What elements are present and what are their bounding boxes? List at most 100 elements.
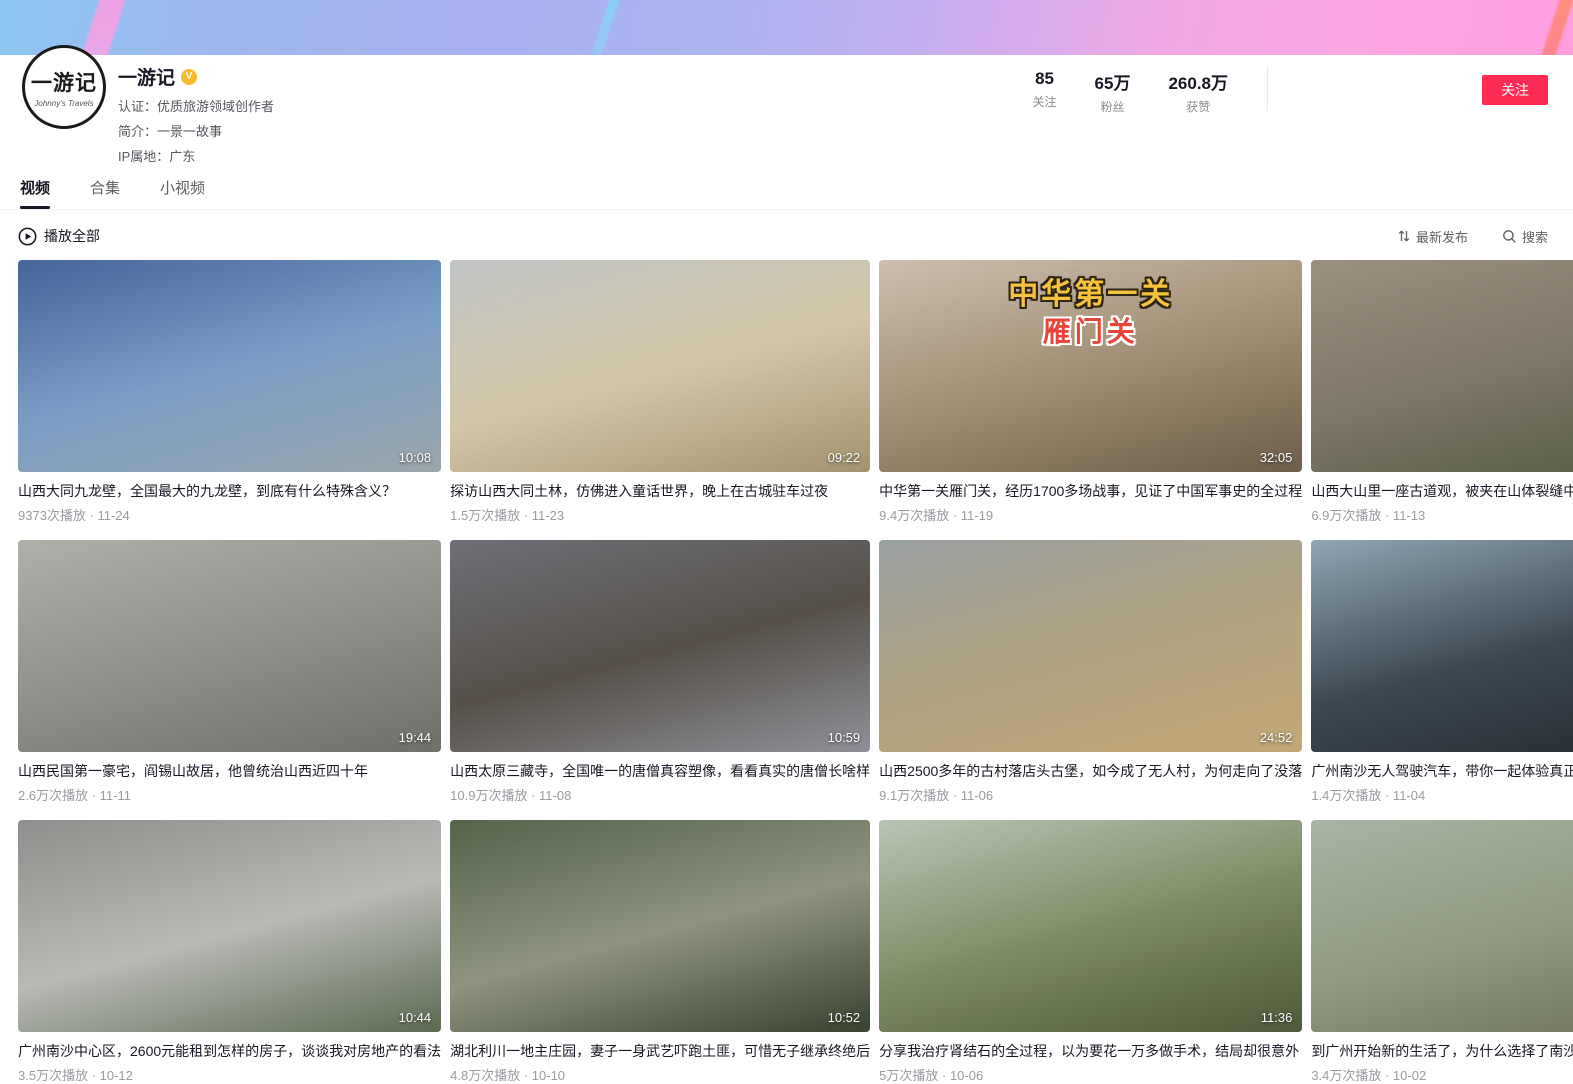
video-card[interactable]: 中华第一关 雁门关 32:05 中华第一关雁门关，经历1700多场战事，见证了中… [879,260,1302,524]
video-card[interactable]: 11:58 广州南沙无人驾驶汽车，带你一起体验真正的科技与狠活 1.4万次播放 … [1311,540,1573,804]
video-duration: 10:52 [828,1010,861,1025]
video-duration: 10:59 [828,730,861,745]
video-meta: 4.8万次播放 · 10-10 [450,1065,870,1084]
video-meta: 9.1万次播放 · 11-06 [879,785,1302,804]
video-title[interactable]: 广州南沙中心区，2600元能租到怎样的房子，谈谈我对房地产的看法 [18,1041,441,1061]
sort-control[interactable]: 最新发布 [1397,227,1468,246]
video-title[interactable]: 山西大山里一座古道观，被夹在山体裂缝中，上去顶层全靠一条铁链 [1311,481,1573,501]
video-meta: 1.5万次播放 · 11-23 [450,505,870,524]
video-duration: 10:08 [399,450,432,465]
username: 一游记 [118,63,175,90]
stat-label: 关注 [1033,93,1057,110]
avatar[interactable]: 一游记 Johnny's Travels [22,45,106,129]
play-all-label: 播放全部 [44,226,100,246]
stat-获赞[interactable]: 260.8万获赞 [1168,69,1228,115]
video-duration: 11:36 [1261,1010,1293,1025]
tab-合集[interactable]: 合集 [88,169,122,209]
video-card[interactable]: 14:29 山西大山里一座古道观，被夹在山体裂缝中，上去顶层全靠一条铁链 6.9… [1311,260,1573,524]
video-title[interactable]: 湖北利川一地主庄园，妻子一身武艺吓跑土匪，可惜无子继承终绝后 [450,1041,870,1061]
profile-banner [0,0,1573,55]
stat-value: 65万 [1095,69,1131,94]
video-title[interactable]: 山西太原三藏寺，全国唯一的唐僧真容塑像，看看真实的唐僧长啥样 [450,761,870,781]
video-thumbnail[interactable]: 14:29 [1311,260,1573,472]
video-duration: 09:22 [828,450,861,465]
intro-line: 简介：一景一故事 [118,121,274,140]
video-title[interactable]: 探访山西大同土林，仿佛进入童话世界，晚上在古城驻车过夜 [450,481,870,501]
video-card[interactable]: 14:07 到广州开始新的生活了，为什么选择了南沙？但愿能在这里安定下来 3.4… [1311,820,1573,1084]
search-control[interactable]: 搜索 [1502,227,1548,246]
video-duration: 10:44 [399,1010,432,1025]
video-card[interactable]: 19:44 山西民国第一豪宅，阎锡山故居，他曾统治山西近四十年 2.6万次播放 … [18,540,441,804]
video-thumbnail[interactable]: 10:08 [18,260,441,472]
video-card[interactable]: 10:08 山西大同九龙壁，全国最大的九龙壁，到底有什么特殊含义？ 9373次播… [18,260,441,524]
video-thumbnail[interactable]: 19:44 [18,540,441,752]
video-meta: 9.4万次播放 · 11-19 [879,505,1302,524]
ip-location-line: IP属地：广东 [118,146,274,165]
video-meta: 3.4万次播放 · 10-02 [1311,1065,1573,1084]
video-thumbnail[interactable]: 10:59 [450,540,870,752]
video-toolbar: 播放全部 最新发布 搜索 [0,226,1573,246]
video-card[interactable]: 09:22 探访山西大同土林，仿佛进入童话世界，晚上在古城驻车过夜 1.5万次播… [450,260,870,524]
video-meta: 6.9万次播放 · 11-13 [1311,505,1573,524]
overlay-line-1: 中华第一关 [879,276,1302,314]
search-label: 搜索 [1522,227,1548,246]
video-thumbnail[interactable]: 24:52 [879,540,1302,752]
video-meta: 3.5万次播放 · 10-12 [18,1065,441,1084]
video-title[interactable]: 中华第一关雁门关，经历1700多场战事，见证了中国军事史的全过程 [879,481,1302,501]
verified-badge-icon: V [181,69,197,85]
sort-arrows-icon [1397,229,1411,243]
video-title[interactable]: 到广州开始新的生活了，为什么选择了南沙？但愿能在这里安定下来 [1311,1041,1573,1061]
tab-bar: 视频合集小视频 [0,169,1573,210]
video-card[interactable]: 11:36 分享我治疗肾结石的全过程，以为要花一万多做手术，结局却很意外 5万次… [879,820,1302,1084]
search-icon [1502,229,1517,244]
video-title[interactable]: 广州南沙无人驾驶汽车，带你一起体验真正的科技与狠活 [1311,761,1573,781]
sort-label: 最新发布 [1416,227,1468,246]
video-thumbnail[interactable]: 11:58 [1311,540,1573,752]
stat-粉丝[interactable]: 65万粉丝 [1095,69,1131,115]
video-meta: 5万次播放 · 10-06 [879,1065,1302,1084]
video-card[interactable]: 10:52 湖北利川一地主庄园，妻子一身武艺吓跑土匪，可惜无子继承终绝后 4.8… [450,820,870,1084]
play-all-button[interactable]: 播放全部 [18,226,100,246]
video-card[interactable]: 10:44 广州南沙中心区，2600元能租到怎样的房子，谈谈我对房地产的看法 3… [18,820,441,1084]
certification-line: 认证：优质旅游领域创作者 [118,96,274,115]
video-meta: 2.6万次播放 · 11-11 [18,785,441,804]
video-duration: 32:05 [1260,450,1293,465]
video-title[interactable]: 山西2500多年的古村落店头古堡，如今成了无人村，为何走向了没落 [879,761,1302,781]
video-meta: 1.4万次播放 · 11-04 [1311,785,1573,804]
video-thumbnail[interactable]: 10:44 [18,820,441,1032]
banner-ribbon [70,0,132,55]
video-meta: 9373次播放 · 11-24 [18,505,441,524]
video-duration: 24:52 [1260,730,1293,745]
tab-视频[interactable]: 视频 [18,169,52,209]
video-thumbnail[interactable]: 11:36 [879,820,1302,1032]
play-circle-icon [18,227,37,246]
video-grid: 10:08 山西大同九龙壁，全国最大的九龙壁，到底有什么特殊含义？ 9373次播… [0,260,1573,1084]
profile-stats: 85 关注 65万粉丝 260.8万获赞 [1033,69,1228,115]
video-title[interactable]: 山西大同九龙壁，全国最大的九龙壁，到底有什么特殊含义？ [18,481,441,501]
profile-header: 一游记 Johnny's Travels 一游记 V 认证：优质旅游领域创作者 … [0,55,1573,163]
video-title[interactable]: 山西民国第一豪宅，阎锡山故居，他曾统治山西近四十年 [18,761,441,781]
banner-ribbon [1530,0,1573,55]
overlay-line-2: 雁门关 [879,314,1302,349]
video-thumbnail[interactable]: 14:07 [1311,820,1573,1032]
tab-小视频[interactable]: 小视频 [158,169,207,209]
stat-value: 260.8万 [1168,69,1228,94]
profile-info: 一游记 V 认证：优质旅游领域创作者 简介：一景一故事 IP属地：广东 [118,63,274,165]
video-title[interactable]: 分享我治疗肾结石的全过程，以为要花一万多做手术，结局却很意外 [879,1041,1302,1061]
video-meta: 10.9万次播放 · 11-08 [450,785,870,804]
video-thumbnail[interactable]: 09:22 [450,260,870,472]
video-duration: 19:44 [399,730,432,745]
stat-value: 85 [1033,69,1057,89]
video-card[interactable]: 24:52 山西2500多年的古村落店头古堡，如今成了无人村，为何走向了没落 9… [879,540,1302,804]
stat-关注[interactable]: 85 关注 [1033,69,1057,115]
avatar-logo-text: 一游记 [31,67,97,97]
banner-ribbon [580,0,626,55]
thumbnail-overlay-text: 中华第一关 雁门关 [879,276,1302,349]
video-thumbnail[interactable]: 10:52 [450,820,870,1032]
follow-button[interactable]: 关注 [1482,75,1548,105]
video-card[interactable]: 10:59 山西太原三藏寺，全国唯一的唐僧真容塑像，看看真实的唐僧长啥样 10.… [450,540,870,804]
avatar-logo-subtext: Johnny's Travels [34,99,93,108]
stat-label: 粉丝 [1095,98,1131,115]
video-thumbnail[interactable]: 中华第一关 雁门关 32:05 [879,260,1302,472]
stat-label: 获赞 [1168,98,1228,115]
